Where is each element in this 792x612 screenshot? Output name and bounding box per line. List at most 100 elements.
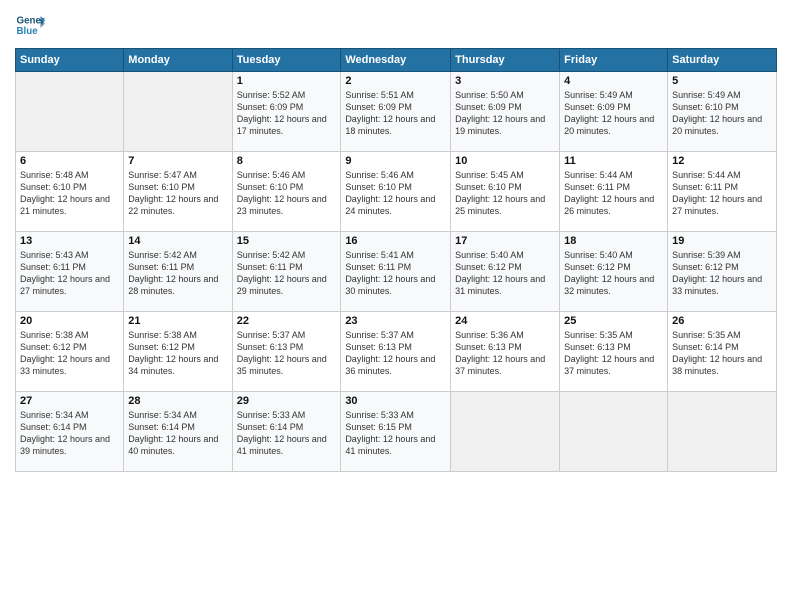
calendar-cell: 4Sunrise: 5:49 AM Sunset: 6:09 PM Daylig… (560, 72, 668, 152)
day-number: 22 (237, 315, 337, 327)
calendar-cell: 21Sunrise: 5:38 AM Sunset: 6:12 PM Dayli… (124, 312, 232, 392)
calendar-cell: 11 Sunrise: 5:44 AM Sunset: 6:11 PM Dayli… (560, 152, 668, 232)
day-info: Sunrise: 5:46 AM Sunset: 6:10 PM Dayligh… (345, 169, 446, 218)
day-info: Sunrise: 5:44 AM Sunset: 6:11 PM Dayligh… (672, 169, 772, 218)
weekday-header-friday: Friday (560, 49, 668, 72)
day-info: Sunrise: 5:35 AM Sunset: 6:14 PM Dayligh… (672, 329, 772, 378)
calendar-cell: 28Sunrise: 5:34 AM Sunset: 6:14 PM Dayli… (124, 392, 232, 472)
day-info: Sunrise: 5:44 AM Sunset: 6:11 PM Dayligh… (564, 169, 663, 218)
day-info: Sunrise: 5:46 AM Sunset: 6:10 PM Dayligh… (237, 169, 337, 218)
weekday-header-monday: Monday (124, 49, 232, 72)
day-number: 14 (128, 235, 227, 247)
day-number: 29 (237, 395, 337, 407)
day-number: 26 (672, 315, 772, 327)
day-info: Sunrise: 5:50 AM Sunset: 6:09 PM Dayligh… (455, 89, 555, 138)
calendar-cell: 6 Sunrise: 5:48 AM Sunset: 6:10 PM Daylig… (16, 152, 124, 232)
day-number: 13 (20, 235, 119, 247)
day-info: Sunrise: 5:33 AM Sunset: 6:14 PM Dayligh… (237, 409, 337, 458)
day-info: Sunrise: 5:37 AM Sunset: 6:13 PM Dayligh… (237, 329, 337, 378)
day-number: 17 (455, 235, 555, 247)
weekday-header-wednesday: Wednesday (341, 49, 451, 72)
calendar-cell: 3 Sunrise: 5:50 AM Sunset: 6:09 PM Daylig… (451, 72, 560, 152)
day-number: 8 (237, 155, 337, 167)
calendar-cell: 27 Sunrise: 5:34 AM Sunset: 6:14 PM Dayli… (16, 392, 124, 472)
calendar-cell: 20 Sunrise: 5:38 AM Sunset: 6:12 PM Dayli… (16, 312, 124, 392)
calendar-cell (16, 72, 124, 152)
calendar-cell (560, 392, 668, 472)
day-info: Sunrise: 5:34 AM Sunset: 6:14 PM Dayligh… (128, 409, 227, 458)
day-info: Sunrise: 5:40 AM Sunset: 6:12 PM Dayligh… (455, 249, 555, 298)
day-number: 12 (672, 155, 772, 167)
logo: General Blue (15, 10, 45, 40)
weekday-header-saturday: Saturday (668, 49, 777, 72)
day-info: Sunrise: 5:41 AM Sunset: 6:11 PM Dayligh… (345, 249, 446, 298)
calendar-cell: 15 Sunrise: 5:42 AM Sunset: 6:11 PM Dayli… (232, 232, 341, 312)
day-number: 5 (672, 75, 772, 87)
day-number: 6 (20, 155, 119, 167)
day-number: 15 (237, 235, 337, 247)
logo-icon: General Blue (15, 10, 45, 40)
day-info: Sunrise: 5:48 AM Sunset: 6:10 PM Dayligh… (20, 169, 119, 218)
day-info: Sunrise: 5:45 AM Sunset: 6:10 PM Dayligh… (455, 169, 555, 218)
day-number: 10 (455, 155, 555, 167)
day-info: Sunrise: 5:38 AM Sunset: 6:12 PM Dayligh… (128, 329, 227, 378)
day-number: 9 (345, 155, 446, 167)
svg-text:Blue: Blue (17, 26, 39, 37)
calendar-cell: 12 Sunrise: 5:44 AM Sunset: 6:11 PM Dayli… (668, 152, 777, 232)
calendar-cell: 1 Sunrise: 5:52 AM Sunset: 6:09 PM Daylig… (232, 72, 341, 152)
calendar-cell: 24Sunrise: 5:36 AM Sunset: 6:13 PM Dayli… (451, 312, 560, 392)
calendar-cell: 16 Sunrise: 5:41 AM Sunset: 6:11 PM Dayli… (341, 232, 451, 312)
day-number: 18 (564, 235, 663, 247)
day-info: Sunrise: 5:42 AM Sunset: 6:11 PM Dayligh… (128, 249, 227, 298)
day-info: Sunrise: 5:43 AM Sunset: 6:11 PM Dayligh… (20, 249, 119, 298)
day-number: 16 (345, 235, 446, 247)
day-number: 25 (564, 315, 663, 327)
day-info: Sunrise: 5:51 AM Sunset: 6:09 PM Dayligh… (345, 89, 446, 138)
calendar-cell: 7 Sunrise: 5:47 AM Sunset: 6:10 PM Daylig… (124, 152, 232, 232)
day-number: 11 (564, 155, 663, 167)
day-info: Sunrise: 5:40 AM Sunset: 6:12 PM Dayligh… (564, 249, 663, 298)
calendar-cell (124, 72, 232, 152)
calendar-header: SundayMondayTuesdayWednesdayThursdayFrid… (16, 49, 777, 72)
day-number: 19 (672, 235, 772, 247)
day-info: Sunrise: 5:34 AM Sunset: 6:14 PM Dayligh… (20, 409, 119, 458)
calendar-cell: 18 Sunrise: 5:40 AM Sunset: 6:12 PM Dayli… (560, 232, 668, 312)
calendar-cell: 14 Sunrise: 5:42 AM Sunset: 6:11 PM Dayli… (124, 232, 232, 312)
calendar-cell: 8 Sunrise: 5:46 AM Sunset: 6:10 PM Daylig… (232, 152, 341, 232)
calendar-cell: 25 Sunrise: 5:35 AM Sunset: 6:13 PM Dayli… (560, 312, 668, 392)
calendar-cell: 13 Sunrise: 5:43 AM Sunset: 6:11 PM Dayli… (16, 232, 124, 312)
calendar-cell (451, 392, 560, 472)
day-info: Sunrise: 5:35 AM Sunset: 6:13 PM Dayligh… (564, 329, 663, 378)
day-info: Sunrise: 5:47 AM Sunset: 6:10 PM Dayligh… (128, 169, 227, 218)
calendar-cell: 23Sunrise: 5:37 AM Sunset: 6:13 PM Dayli… (341, 312, 451, 392)
day-number: 3 (455, 75, 555, 87)
day-number: 27 (20, 395, 119, 407)
calendar-cell: 19 Sunrise: 5:39 AM Sunset: 6:12 PM Dayli… (668, 232, 777, 312)
weekday-header-tuesday: Tuesday (232, 49, 341, 72)
day-info: Sunrise: 5:39 AM Sunset: 6:12 PM Dayligh… (672, 249, 772, 298)
day-info: Sunrise: 5:33 AM Sunset: 6:15 PM Dayligh… (345, 409, 446, 458)
day-number: 24 (455, 315, 555, 327)
calendar-cell: 17 Sunrise: 5:40 AM Sunset: 6:12 PM Dayli… (451, 232, 560, 312)
day-number: 30 (345, 395, 446, 407)
weekday-header-thursday: Thursday (451, 49, 560, 72)
calendar-cell: 2Sunrise: 5:51 AM Sunset: 6:09 PM Daylig… (341, 72, 451, 152)
calendar-cell: 30 Sunrise: 5:33 AM Sunset: 6:15 PM Dayli… (341, 392, 451, 472)
day-info: Sunrise: 5:49 AM Sunset: 6:09 PM Dayligh… (564, 89, 663, 138)
day-info: Sunrise: 5:38 AM Sunset: 6:12 PM Dayligh… (20, 329, 119, 378)
calendar-cell: 22 Sunrise: 5:37 AM Sunset: 6:13 PM Dayli… (232, 312, 341, 392)
calendar-cell: 9 Sunrise: 5:46 AM Sunset: 6:10 PM Daylig… (341, 152, 451, 232)
calendar-table: SundayMondayTuesdayWednesdayThursdayFrid… (15, 48, 777, 472)
day-number: 1 (237, 75, 337, 87)
day-number: 20 (20, 315, 119, 327)
calendar-cell: 10 Sunrise: 5:45 AM Sunset: 6:10 PM Dayli… (451, 152, 560, 232)
day-number: 7 (128, 155, 227, 167)
day-number: 23 (345, 315, 446, 327)
calendar-cell: 29 Sunrise: 5:33 AM Sunset: 6:14 PM Dayli… (232, 392, 341, 472)
calendar-cell: 26 Sunrise: 5:35 AM Sunset: 6:14 PM Dayli… (668, 312, 777, 392)
day-info: Sunrise: 5:42 AM Sunset: 6:11 PM Dayligh… (237, 249, 337, 298)
day-info: Sunrise: 5:52 AM Sunset: 6:09 PM Dayligh… (237, 89, 337, 138)
page-header: General Blue (15, 10, 777, 40)
calendar-cell (668, 392, 777, 472)
weekday-header-sunday: Sunday (16, 49, 124, 72)
